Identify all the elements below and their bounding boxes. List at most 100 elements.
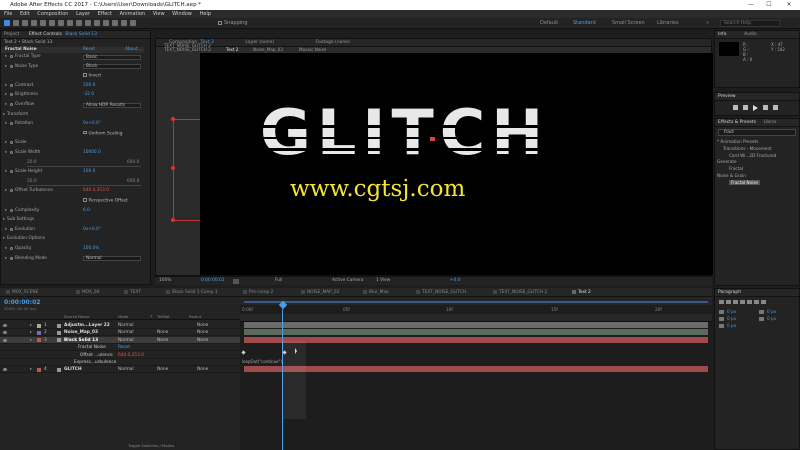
timeline-tab[interactable]: MOX_04 <box>76 288 99 297</box>
layer-name[interactable]: Adjustm...Layer 22 <box>64 322 110 329</box>
effect-property-row[interactable]: ▸ Blending Mode Normal <box>1 256 144 262</box>
effect-property-value[interactable]: -32.0 <box>83 92 94 98</box>
effect-property-value[interactable]: 6.0 <box>83 208 90 214</box>
eraser-tool-icon[interactable] <box>103 20 109 26</box>
layer-trkmat-dropdown[interactable]: None <box>157 366 168 373</box>
paragraph-align-icon[interactable] <box>761 300 766 304</box>
disclosure-arrow-icon[interactable]: ▸ <box>5 54 7 60</box>
layer-property-name[interactable]: Fractal Noise <box>78 344 106 351</box>
layer-label-color[interactable] <box>37 323 41 328</box>
layer-row[interactable]: ▸ 2 Noise_Map_03 Normal None None <box>0 329 240 337</box>
stopwatch-icon[interactable] <box>10 122 13 126</box>
checkbox-box[interactable] <box>83 73 87 77</box>
disclosure-arrow-icon[interactable]: ▸ <box>5 64 7 70</box>
resolution-dropdown[interactable]: Full <box>275 277 282 285</box>
puppet-tool-icon[interactable] <box>130 20 136 26</box>
stopwatch-icon[interactable] <box>10 256 13 260</box>
col-mode[interactable]: Mode <box>118 314 128 320</box>
layer-name[interactable]: GLITCH <box>64 366 82 373</box>
brush-tool-icon[interactable] <box>85 20 91 26</box>
effect-property-row[interactable]: ▸ Sub Settings <box>1 217 144 223</box>
timeline-tab[interactable]: Black Solid 1 Comp 1 <box>166 288 218 297</box>
layer-handle-top-left[interactable] <box>171 117 175 121</box>
slider-track[interactable] <box>27 165 141 167</box>
tab-audio[interactable]: Audio <box>744 32 757 37</box>
effects-tree-item[interactable]: Transitions - Movement <box>723 146 772 151</box>
disclosure-arrow-icon[interactable]: ▸ <box>3 236 5 242</box>
disclosure-arrow-icon[interactable]: ▸ <box>5 92 7 98</box>
viewer-timecode[interactable]: 0:00:00:02 <box>201 277 224 285</box>
clone-stamp-tool-icon[interactable] <box>94 20 100 26</box>
disclosure-arrow-icon[interactable]: ▸ <box>5 140 7 146</box>
comp-breadcrumb-1[interactable]: TEXT_NOISE_GLITCH 2 <box>164 46 211 53</box>
last-frame-icon[interactable] <box>773 105 778 110</box>
effect-property-row[interactable]: Invert <box>1 73 144 79</box>
comp-breadcrumb-3[interactable]: Noise_Map_03 <box>253 46 283 53</box>
disclosure-arrow-icon[interactable]: ▸ <box>5 227 7 233</box>
roto-brush-tool-icon[interactable] <box>112 20 118 26</box>
timeline-tab[interactable]: MOX_SCENE <box>6 288 38 297</box>
time-ruler[interactable]: 0:00f 05f 10f 15f 20f <box>240 305 712 314</box>
search-help-input[interactable]: Search Help <box>720 20 780 27</box>
stopwatch-icon[interactable] <box>10 227 13 231</box>
effect-property-row[interactable]: ▸ Scale Height 100.0 <box>1 169 144 175</box>
stopwatch-icon[interactable] <box>10 103 13 106</box>
paragraph-indent-value[interactable]: 0 px <box>767 316 776 321</box>
hand-tool-icon[interactable] <box>13 20 19 26</box>
timeline-tab[interactable]: Blur_Map <box>363 288 389 297</box>
layer-name[interactable]: Black Solid 13 <box>64 337 98 344</box>
layer-row[interactable]: Express...urbulence <box>0 359 240 366</box>
layer-row[interactable]: Offset ...ulence 640.0,353.0 <box>0 352 240 359</box>
visibility-eye-icon[interactable] <box>3 331 7 335</box>
effect-property-value[interactable]: 200.0 <box>83 83 95 89</box>
menu-animation[interactable]: Animation <box>120 11 146 17</box>
play-icon[interactable] <box>753 105 758 111</box>
layer-label-color[interactable] <box>37 338 41 343</box>
disclosure-arrow-icon[interactable]: ▸ <box>5 102 7 108</box>
layer-row[interactable]: ▸ 1 Adjustm...Layer 22 Normal None <box>0 322 240 329</box>
layer-parent-dropdown[interactable]: None <box>197 366 208 373</box>
menu-effect[interactable]: Effect <box>98 11 112 17</box>
disclosure-arrow-icon[interactable]: ▸ <box>5 121 7 127</box>
workspace-more-icon[interactable]: » <box>706 20 709 26</box>
paragraph-indent-value[interactable]: 0 px <box>727 316 736 321</box>
pan-behind-tool-icon[interactable] <box>49 20 55 26</box>
views-dropdown[interactable]: 1 View <box>376 277 390 285</box>
effect-property-row[interactable]: ▸ Scale Width 10000.0 <box>1 150 144 156</box>
layer-expand-arrow-icon[interactable]: ▸ <box>30 329 32 336</box>
exposure-value[interactable]: +0.0 <box>450 277 460 285</box>
layer-mode-dropdown[interactable]: Normal <box>118 329 134 336</box>
stopwatch-icon[interactable] <box>10 141 13 145</box>
tab-footage[interactable]: Footage (none) <box>316 40 350 45</box>
layer-duration-bar[interactable] <box>244 366 708 373</box>
layer-mode-dropdown[interactable]: Normal <box>118 366 134 373</box>
effect-property-checkbox[interactable]: Uniform Scaling <box>83 130 123 137</box>
layer-row[interactable]: Fractal Noise Reset <box>0 344 240 352</box>
visibility-eye-icon[interactable] <box>3 368 7 372</box>
toggle-switches-modes-button[interactable]: Toggle Switches / Modes <box>128 443 174 448</box>
layer-duration-bar[interactable] <box>244 336 708 343</box>
layer-handle-mid-left[interactable] <box>171 166 175 170</box>
effect-row-fractal-noise[interactable]: Fractal Noise Reset About... <box>1 47 144 53</box>
effect-property-value[interactable]: 100.0% <box>83 246 99 252</box>
effect-property-row[interactable]: ▸ Transform <box>1 112 144 118</box>
disclosure-arrow-icon[interactable]: ▸ <box>3 112 5 118</box>
visibility-eye-icon[interactable] <box>3 338 7 342</box>
effect-about-link[interactable]: About... <box>125 47 142 53</box>
effect-property-row[interactable]: ▸ Evolution 0x+0.0° <box>1 227 144 233</box>
layer-parent-dropdown[interactable]: None <box>197 329 208 336</box>
effects-search-input[interactable]: fract <box>718 129 796 136</box>
previous-frame-icon[interactable] <box>743 105 748 110</box>
effect-property-row[interactable]: ▸ Overflow Allow HDR Results <box>1 102 144 108</box>
timeline-tab[interactable]: TEXT <box>124 288 141 297</box>
workspace-libraries[interactable]: Libraries <box>657 20 679 26</box>
paragraph-indent-value[interactable]: 0 px <box>767 309 776 314</box>
effects-tree-item[interactable]: Generate <box>717 159 737 164</box>
selection-tool-icon[interactable] <box>4 20 10 26</box>
first-frame-icon[interactable] <box>733 105 738 110</box>
layer-property-value[interactable]: 640.0,353.0 <box>118 352 144 359</box>
layer-mode-dropdown[interactable]: Normal <box>118 322 134 329</box>
layer-expand-arrow-icon[interactable]: ▸ <box>30 366 32 373</box>
effect-property-dropdown[interactable]: Allow HDR Results <box>83 102 141 108</box>
layer-row[interactable]: ▸ 4 GLITCH Normal None None <box>0 366 240 374</box>
